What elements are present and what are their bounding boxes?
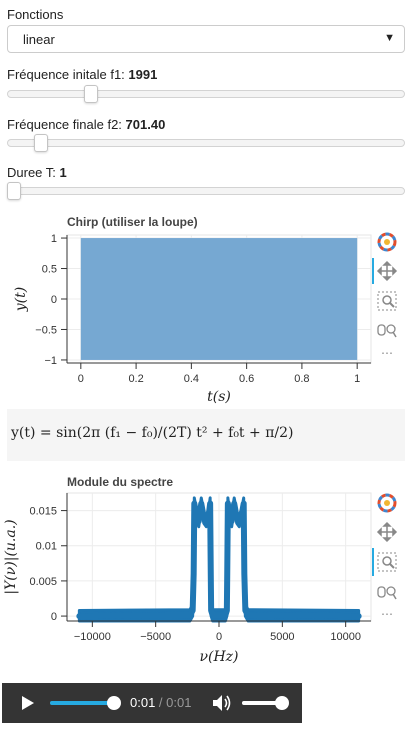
spectrum-x-tick-label: 10000: [330, 631, 361, 643]
time-display: 0:01 / 0:01: [130, 695, 191, 710]
chirp-y-ticks: 1 0.5 0 −0.5 −1: [35, 233, 67, 367]
bokeh-logo-icon[interactable]: [377, 493, 397, 513]
box-zoom-icon[interactable]: [377, 291, 397, 311]
hover-icon[interactable]: [377, 586, 397, 600]
spectrum-x-ticks: −10000 −5000 0 5000 10000: [74, 621, 361, 643]
bokeh-logo-icon[interactable]: [377, 232, 397, 252]
chirp-toolbar: ⋯: [372, 232, 398, 360]
progress-fill: [50, 701, 114, 705]
active-tool-indicator: [372, 258, 374, 284]
plots-canvas: Chirp (utiliser la loupe) 0 0.2 0.4 0.6 0.8 1…: [3, 215, 398, 665]
time-separator: /: [155, 695, 167, 710]
chirp-y-tick-label: 0.5: [42, 264, 57, 276]
hover-icon[interactable]: [377, 324, 397, 338]
pan-icon[interactable]: [376, 521, 398, 543]
spectrum-y-ticks: 0.015 0.01 0.005 0: [29, 506, 67, 623]
chirp-formula: y(t) = sin(2π (f₁ − f₀)/(2T) t² + f₀t + …: [11, 425, 294, 441]
spectrum-toolbar: ⋯: [372, 493, 398, 621]
chirp-x-tick-label: 0.2: [128, 373, 143, 385]
volume-icon[interactable]: [213, 695, 231, 711]
spectrum-y-tick-label: 0: [51, 611, 57, 623]
spectrum-x-tick-label: −10000: [74, 631, 111, 643]
spectrum-y-label: |Y(ν)|(u.a.): [3, 519, 19, 594]
spectrum-y-tick-label: 0.015: [29, 506, 57, 518]
chirp-y-tick-label: −0.5: [35, 324, 57, 336]
total-duration: 0:01: [166, 695, 192, 710]
spectrum-plot-title: Module du spectre: [67, 475, 173, 489]
audio-player: 0:01 / 0:01: [2, 683, 302, 723]
spectrum-x-label: ν(Hz): [199, 649, 238, 665]
chirp-x-tick-label: 1: [354, 373, 360, 385]
chirp-x-tick-label: 0.4: [184, 373, 199, 385]
chirp-y-tick-label: −1: [44, 355, 57, 367]
progress-handle[interactable]: [107, 696, 121, 710]
more-icon[interactable]: ⋯: [381, 607, 393, 621]
volume-handle[interactable]: [275, 696, 289, 710]
chirp-marks: [80, 238, 358, 360]
chirp-plot-title: Chirp (utiliser la loupe): [67, 215, 198, 229]
chirp-y-tick-label: 1: [51, 233, 57, 245]
chirp-x-tick-label: 0.8: [294, 373, 309, 385]
chirp-x-label: t(s): [207, 389, 231, 405]
chirp-x-tick-label: 0.6: [239, 373, 254, 385]
chirp-x-tick-label: 0: [78, 373, 84, 385]
active-tool-indicator: [372, 548, 374, 576]
spectrum-x-tick-label: 0: [216, 631, 222, 643]
spectrum-y-tick-label: 0.005: [29, 576, 57, 588]
spectrum-x-tick-label: −5000: [140, 631, 171, 643]
chirp-y-tick-label: 0: [51, 294, 57, 306]
spectrum-y-tick-label: 0.01: [36, 541, 57, 553]
chirp-x-ticks: 0 0.2 0.4 0.6 0.8 1: [78, 363, 360, 385]
box-zoom-icon[interactable]: [377, 552, 397, 572]
chirp-signal-area: [80, 238, 358, 360]
play-icon[interactable]: [22, 696, 34, 710]
spectrum-x-tick-label: 5000: [270, 631, 294, 643]
current-time: 0:01: [130, 695, 156, 710]
chirp-y-label: y(t): [13, 287, 29, 312]
more-icon[interactable]: ⋯: [381, 346, 393, 360]
formula-box: y(t) = sin(2π (f₁ − f₀)/(2T) t² + f₀t + …: [7, 409, 405, 461]
pan-icon[interactable]: [376, 260, 398, 282]
